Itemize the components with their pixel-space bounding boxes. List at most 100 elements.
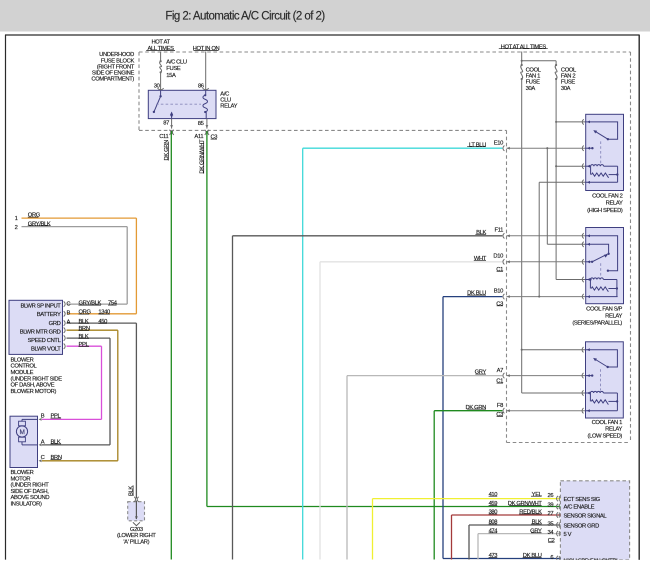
svg-text:D10: D10: [493, 254, 503, 260]
svg-text:C1: C1: [496, 267, 503, 273]
svg-text:BLOWER MOTOR): BLOWER MOTOR): [11, 389, 57, 395]
svg-text:COOL FAN 2: COOL FAN 2: [592, 193, 623, 199]
svg-text:410: 410: [489, 492, 498, 498]
svg-text:450: 450: [98, 319, 107, 325]
svg-text:5 V: 5 V: [564, 532, 572, 538]
svg-text:DK GRN: DK GRN: [466, 405, 487, 411]
svg-text:WHT: WHT: [474, 256, 487, 262]
svg-text:ORG: ORG: [28, 213, 41, 219]
svg-text:1: 1: [15, 216, 18, 222]
svg-text:CONTROL: CONTROL: [11, 364, 38, 370]
svg-text:ECT SENS SIG: ECT SENS SIG: [564, 497, 601, 503]
svg-text:BLK: BLK: [51, 440, 61, 446]
svg-text:F11: F11: [494, 228, 503, 234]
svg-text:39: 39: [548, 503, 554, 509]
svg-text:GRD: GRD: [49, 321, 61, 327]
svg-text:BLOWER: BLOWER: [11, 470, 34, 476]
svg-text:HOT AT ALL TIMES: HOT AT ALL TIMES: [501, 44, 547, 50]
svg-text:ORG: ORG: [79, 310, 92, 316]
svg-text:A/C CLU: A/C CLU: [166, 59, 187, 65]
svg-text:473: 473: [489, 553, 498, 559]
svg-text:B: B: [67, 310, 71, 316]
svg-text:C3: C3: [496, 412, 503, 418]
svg-text:C: C: [41, 455, 45, 461]
svg-text:26: 26: [548, 493, 554, 499]
svg-text:1340: 1340: [98, 310, 110, 316]
svg-text:15A: 15A: [166, 73, 176, 79]
svg-text:27: 27: [548, 511, 554, 517]
svg-text:SIDE OF ENGINE: SIDE OF ENGINE: [92, 71, 135, 77]
svg-text:ABOVE SOUND: ABOVE SOUND: [11, 495, 50, 501]
svg-text:YEL: YEL: [532, 492, 543, 498]
svg-text:A7: A7: [497, 368, 504, 374]
svg-text:474: 474: [489, 528, 499, 534]
svg-text:SPEED CNTL: SPEED CNTL: [28, 338, 62, 344]
svg-text:C11: C11: [159, 134, 168, 140]
svg-text:MOTOR: MOTOR: [11, 476, 31, 482]
svg-text:FUSE: FUSE: [166, 66, 181, 72]
svg-text:BRN: BRN: [79, 326, 90, 332]
svg-text:COOL: COOL: [561, 67, 577, 73]
svg-text:UNDERHOOD: UNDERHOOD: [99, 52, 134, 58]
svg-text:30: 30: [154, 84, 160, 90]
svg-text:754: 754: [108, 301, 118, 307]
svg-text:DK BLU: DK BLU: [467, 291, 486, 297]
svg-text:87: 87: [163, 121, 169, 127]
svg-text:GRY/BLK: GRY/BLK: [28, 221, 51, 227]
svg-text:G203: G203: [130, 527, 143, 533]
svg-text:LT BLU: LT BLU: [469, 142, 486, 148]
svg-text:GRY: GRY: [530, 528, 542, 534]
svg-text:380: 380: [489, 510, 498, 516]
svg-text:(LOW SPEED): (LOW SPEED): [588, 433, 623, 439]
svg-text:RELAY: RELAY: [605, 427, 622, 433]
svg-text:A11: A11: [194, 134, 203, 140]
svg-text:COOL: COOL: [526, 67, 542, 73]
svg-text:SENSOR SIGNAL: SENSOR SIGNAL: [564, 513, 608, 519]
svg-text:BLWR VOLT: BLWR VOLT: [31, 346, 61, 352]
svg-text:GRY: GRY: [475, 370, 487, 376]
svg-text:BLK: BLK: [532, 520, 542, 526]
svg-text:808: 808: [489, 520, 498, 526]
svg-text:C3: C3: [496, 301, 503, 307]
svg-text:DK GRN: DK GRN: [164, 140, 170, 161]
svg-text:FAN 2: FAN 2: [561, 74, 575, 80]
svg-text:SIDE OF DASH,: SIDE OF DASH,: [11, 489, 50, 495]
svg-text:SENSOR GRD: SENSOR GRD: [564, 523, 600, 529]
svg-text:PPL: PPL: [79, 342, 90, 348]
svg-text:A/C ENABLE: A/C ENABLE: [564, 505, 595, 511]
svg-text:OF DASH, ABOVE: OF DASH, ABOVE: [11, 383, 55, 389]
svg-text:BLK: BLK: [79, 319, 89, 325]
svg-text:BLWR SP INPUT: BLWR SP INPUT: [20, 304, 61, 310]
svg-text:FUSE: FUSE: [526, 80, 541, 86]
svg-text:BLK: BLK: [476, 230, 486, 236]
svg-text:M: M: [19, 429, 24, 436]
svg-text:PPL: PPL: [51, 414, 62, 420]
svg-text:RED/BLK: RED/BLK: [519, 510, 542, 516]
svg-text:85: 85: [198, 121, 204, 127]
svg-text:2: 2: [15, 225, 18, 231]
svg-text:(UNDER RIGHT SIDE: (UNDER RIGHT SIDE: [11, 376, 63, 382]
svg-text:ALL TIMES: ALL TIMES: [148, 46, 175, 52]
svg-text:'A' PILLAR): 'A' PILLAR): [123, 540, 149, 546]
svg-text:E10: E10: [494, 141, 503, 147]
svg-text:B10: B10: [494, 289, 503, 295]
svg-text:MODULE: MODULE: [11, 370, 34, 376]
svg-text:BLK: BLK: [79, 334, 89, 340]
svg-text:(HIGH SPEED): (HIGH SPEED): [587, 208, 623, 214]
svg-text:COOL FAN 1: COOL FAN 1: [592, 420, 623, 426]
svg-text:DK GRN/WHT: DK GRN/WHT: [199, 139, 205, 174]
svg-text:C3: C3: [210, 135, 217, 141]
svg-text:RELAY: RELAY: [605, 314, 622, 320]
svg-text:HOT IN ON: HOT IN ON: [193, 46, 220, 52]
svg-text:FAN 1: FAN 1: [526, 74, 540, 80]
svg-text:(LOWER RIGHT: (LOWER RIGHT: [117, 533, 156, 539]
svg-text:GRY/BLK: GRY/BLK: [79, 301, 102, 307]
svg-text:35: 35: [548, 522, 554, 528]
svg-text:BLWR MTR GRD: BLWR MTR GRD: [20, 329, 61, 335]
svg-text:DK BLU: DK BLU: [523, 553, 542, 559]
svg-text:A: A: [41, 440, 45, 446]
svg-text:C2: C2: [548, 538, 555, 544]
svg-text:BRN: BRN: [51, 455, 62, 461]
svg-text:INSULATOR): INSULATOR): [11, 502, 42, 508]
svg-text:BLK: BLK: [129, 486, 135, 496]
